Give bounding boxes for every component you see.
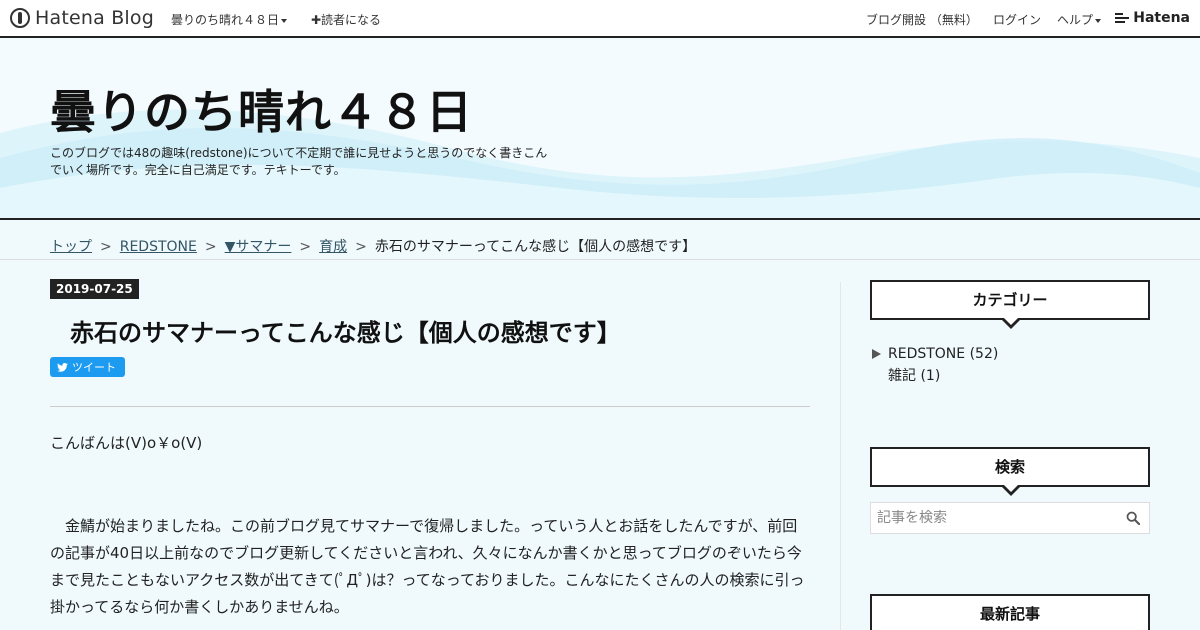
blog-menu[interactable]: 曇りのち晴れ４８日 bbox=[171, 11, 288, 28]
latest-title-text: 最新記事 bbox=[979, 605, 1040, 623]
subscribe-button[interactable]: ✚読者になる bbox=[311, 11, 381, 28]
blog-menu-label: 曇りのち晴れ４８日 bbox=[171, 13, 280, 27]
caret-down-icon bbox=[1095, 18, 1102, 23]
category-label[interactable]: REDSTONE (52) bbox=[888, 346, 998, 362]
help-menu[interactable]: ヘルプ bbox=[1057, 11, 1102, 28]
expand-triangle-icon[interactable] bbox=[872, 348, 881, 359]
hatena-mark-icon bbox=[1115, 13, 1130, 23]
breadcrumb-list: トップ > REDSTONE > ▼サマナー > 育成 > 赤石のサマナーってこんな感じ【個人の… bbox=[50, 236, 696, 256]
search-title-text: 検索 bbox=[994, 458, 1025, 476]
hatena-logo-icon bbox=[10, 8, 30, 28]
login-label: ログイン bbox=[993, 13, 1042, 27]
breadcrumb-training[interactable]: 育成 bbox=[319, 239, 347, 255]
tweet-label: ツイート bbox=[72, 361, 116, 374]
category-label[interactable]: 雑記 (1) bbox=[888, 365, 940, 385]
open-blog-link[interactable]: ブログ開設 （無料） bbox=[866, 11, 978, 28]
search-input[interactable] bbox=[871, 503, 1111, 533]
blog-description: このブログでは48の趣味(redstone)について不定期で誰に見せようと思うの… bbox=[50, 146, 548, 177]
notch-decoration-inner bbox=[1003, 317, 1019, 325]
entry-title[interactable]: 赤石のサマナーってこんな感じ【個人の感想です】 bbox=[70, 313, 621, 348]
login-link[interactable]: ログイン bbox=[993, 11, 1041, 28]
hatena-blog-logo[interactable]: Hatena Blog bbox=[10, 7, 154, 29]
category-title-text: カテゴリー bbox=[972, 291, 1048, 309]
search-form bbox=[870, 502, 1150, 534]
notch-decoration-inner bbox=[1003, 484, 1019, 492]
breadcrumb-top[interactable]: トップ bbox=[50, 239, 92, 255]
help-label: ヘルプ bbox=[1057, 13, 1094, 27]
logo-text: Hatena Blog bbox=[35, 7, 154, 29]
latest-module-title: 最新記事 bbox=[870, 594, 1150, 630]
entry-divider bbox=[50, 406, 810, 407]
breadcrumb-separator: > bbox=[100, 239, 112, 255]
hatena-brand-text: Hatena bbox=[1133, 10, 1190, 26]
search-module-title: 検索 bbox=[870, 447, 1150, 496]
entry-paragraph: 金鯖が始まりましたね。この前ブログ見てサマナーで復帰しました。っていう人とお話を… bbox=[50, 517, 805, 616]
breadcrumb-redstone[interactable]: REDSTONE bbox=[120, 239, 197, 255]
hatena-brand-link[interactable]: Hatena bbox=[1115, 10, 1190, 26]
global-header: Hatena Blog 曇りのち晴れ４８日 ✚読者になる ブログ開設 （無料） … bbox=[0, 0, 1200, 38]
breadcrumb-separator: > bbox=[355, 239, 367, 255]
column-divider bbox=[840, 282, 841, 630]
caret-down-icon bbox=[281, 18, 288, 23]
entry-greeting: こんばんは(V)o￥o(V) bbox=[50, 434, 203, 452]
breadcrumb: トップ > REDSTONE > ▼サマナー > 育成 > 赤石のサマナーってこんな感じ【個人の… bbox=[0, 222, 1200, 260]
breadcrumb-current: 赤石のサマナーってこんな感じ【個人の感想です】 bbox=[374, 239, 697, 255]
blog-title[interactable]: 曇りのち晴れ４８日 bbox=[50, 76, 473, 142]
category-module-title: カテゴリー bbox=[870, 280, 1150, 329]
breadcrumb-separator: > bbox=[299, 239, 312, 255]
entry-date[interactable]: 2019-07-25 bbox=[50, 279, 139, 299]
search-icon[interactable] bbox=[1126, 511, 1140, 525]
breadcrumb-separator: > bbox=[204, 239, 217, 255]
tweet-button[interactable]: ツイート bbox=[50, 357, 125, 377]
breadcrumb-summoner[interactable]: ▼サマナー bbox=[225, 239, 292, 255]
twitter-bird-icon bbox=[57, 362, 68, 372]
category-item-misc[interactable]: 雑記 (1) bbox=[872, 364, 998, 385]
category-list: REDSTONE (52) 雑記 (1) bbox=[872, 343, 998, 385]
blog-header: 曇りのち晴れ４８日 このブログでは48の趣味(redstone)について不定期で… bbox=[0, 38, 1200, 220]
subscribe-label: ✚読者になる bbox=[311, 13, 382, 27]
category-item-redstone[interactable]: REDSTONE (52) bbox=[872, 343, 998, 364]
open-blog-label: ブログ開設 （無料） bbox=[866, 13, 978, 27]
